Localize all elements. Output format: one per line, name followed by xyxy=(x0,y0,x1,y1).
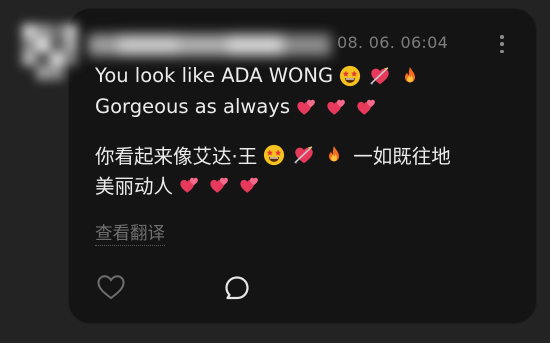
fire-emoji xyxy=(323,144,345,166)
see-translation-link[interactable]: 查看翻译 xyxy=(95,220,165,246)
more-options-button[interactable] xyxy=(494,33,510,55)
comment-line: Gorgeous as always xyxy=(95,95,386,118)
two-hearts-emoji xyxy=(209,174,231,196)
star-struck-emoji xyxy=(263,144,285,166)
two-hearts-emoji xyxy=(179,174,201,196)
comment-text: 你看起来像艾达·王 xyxy=(95,145,258,168)
more-vertical-icon xyxy=(500,35,504,39)
comment-text: You look like ADA WONG xyxy=(95,64,334,87)
heart-with-arrow-emoji xyxy=(369,65,391,87)
comment-line: You look like ADA WONG xyxy=(95,64,429,87)
two-hearts-emoji xyxy=(296,96,318,118)
two-hearts-emoji xyxy=(239,174,261,196)
two-hearts-emoji xyxy=(356,96,378,118)
heart-with-arrow-emoji xyxy=(293,144,315,166)
comment-timestamp: 08. 06. 06:04 xyxy=(337,33,449,52)
two-hearts-emoji xyxy=(326,96,348,118)
comment-text: 美丽动人 xyxy=(95,175,174,198)
username-redacted[interactable] xyxy=(88,34,331,56)
reply-button[interactable] xyxy=(223,274,251,302)
comment-text: Gorgeous as always xyxy=(95,95,291,118)
comment-text: 一如既往地 xyxy=(353,145,451,168)
like-button[interactable] xyxy=(96,273,126,301)
heart-outline-icon xyxy=(97,275,125,300)
comment-line: 你看起来像艾达·王 一如既往地 xyxy=(95,140,457,169)
speech-bubble-icon xyxy=(225,276,249,300)
fire-emoji xyxy=(399,65,421,87)
comment-line: 美丽动人 xyxy=(95,170,269,199)
star-struck-emoji xyxy=(339,65,361,87)
avatar[interactable] xyxy=(22,24,88,92)
